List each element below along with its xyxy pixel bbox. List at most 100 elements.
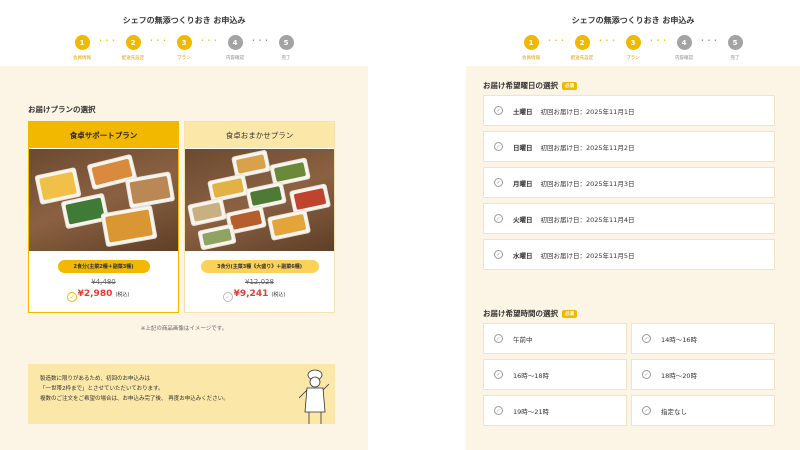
step-dots: • • • [251,38,270,44]
step-dots: • • • [598,38,617,44]
header: シェフの無添つくりおき お申込み 1 会員情報 • • • 2 配送先設定 • • … [466,0,800,66]
step-indicator: 1 会員情報 • • • 2 配送先設定 • • • 3 プラン • • • 4 内容確… [0,35,368,61]
step-label: 内容確認 [226,56,244,61]
step-number: 4 [227,35,243,50]
first-delivery-date: 初回お届け日：2025年11月2日 [540,143,635,152]
notice-line: 複数のご注文をご希望の場合は、お申込み完了後、 再度お申込みください。 [40,396,229,402]
date-option[interactable]: ✓ 日曜日 初回お届け日：2025年11月2日 [483,131,775,162]
time-label: 18時〜20時 [661,371,698,380]
step-1: 1 会員情報 [70,35,94,61]
time-label: 指定なし [661,407,687,416]
weekday: 日曜日 [513,143,533,152]
old-price: ¥12,028 [245,278,274,286]
first-delivery-date: 初回お届け日：2025年11月3日 [540,179,635,188]
check-icon: ✓ [494,334,503,343]
plan-food-photo [185,149,334,251]
check-icon: ✓ [67,292,77,302]
required-badge: 必須 [562,309,577,318]
step-label: 完了 [281,56,291,61]
plan-content: お届けプランの選択 食卓サポートプラン 2食分(主菜2種＋副菜3種) ✓ ¥4,… [0,66,368,450]
step-label: プラン [177,56,191,61]
new-price: ¥9,241 (税込) [185,289,334,299]
time-option[interactable]: ✓ 指定なし [631,395,775,426]
tax-label: (税込) [271,292,286,298]
plan-panel: シェフの無添つくりおき お申込み 1 会員情報 • • • 2 配送先設定 • • … [0,0,368,450]
step-label: 配送先設定 [570,56,594,61]
step-label: 内容確認 [675,56,693,61]
page-title: シェフの無添つくりおき お申込み [122,16,246,25]
date-section-label: お届け希望曜日の選択 [483,81,558,90]
step-5: 5 完了 [274,35,298,61]
date-option[interactable]: ✓ 土曜日 初回お届け日：2025年11月1日 [483,95,775,126]
step-label: 完了 [730,56,740,61]
old-price: ¥4,480 [91,278,116,286]
time-label: 19時〜21時 [513,407,550,416]
date-option[interactable]: ✓ 月曜日 初回お届け日：2025年11月3日 [483,167,775,198]
order-limit-notice: 製造数に限りがあるため、初回のお申込みは 「一世帯2枠まで」とさせていただいてお… [28,364,335,424]
step-number: 3 [176,35,192,50]
check-icon: ✓ [494,178,503,187]
check-icon: ✓ [494,106,503,115]
time-label: 午前中 [513,335,533,344]
first-delivery-date: 初回お届け日：2025年11月4日 [540,215,635,224]
check-icon: ✓ [642,334,651,343]
tax-label: (税込) [115,292,130,298]
plan-portion-badge: 3食分(主菜3種《大盛り》＋副菜6種) [200,260,319,273]
date-option[interactable]: ✓ 水曜日 初回お届け日：2025年11月5日 [483,239,775,270]
check-icon: ✓ [642,406,651,415]
date-option[interactable]: ✓ 火曜日 初回お届け日：2025年11月4日 [483,203,775,234]
weekday: 土曜日 [513,107,533,116]
plan-name: 食卓おまかせプラン [185,122,334,148]
step-4: 4 内容確認 [223,35,247,61]
image-note: ※上記の商品画像はイメージです。 [140,326,228,332]
step-number: 2 [574,35,590,50]
plan-card-omakase[interactable]: 食卓おまかせプラン 3食分(主菜3種《大盛り》＋副菜6種) ✓ ¥12,028 [184,121,335,313]
delivery-content: お届け希望曜日の選択 必須 ✓ 土曜日 初回お届け日：2025年11月1日 ✓ … [466,66,800,450]
new-price-value: ¥2,980 [77,289,113,299]
step-1: 1 会員情報 [519,35,543,61]
time-option[interactable]: ✓ 14時〜16時 [631,323,775,354]
weekday: 水曜日 [513,251,533,260]
check-icon: ✓ [494,250,503,259]
time-option[interactable]: ✓ 18時〜20時 [631,359,775,390]
step-2: 2 配送先設定 [121,35,145,61]
step-label: 会員情報 [73,56,91,61]
time-option[interactable]: ✓ 16時〜18時 [483,359,627,390]
time-label: 16時〜18時 [513,371,550,380]
check-icon: ✓ [494,142,503,151]
step-number: 4 [676,35,692,50]
plan-food-photo [29,149,178,251]
time-option[interactable]: ✓ 19時〜21時 [483,395,627,426]
plan-section-title: お届けプランの選択 [28,105,96,114]
step-dots: • • • [98,38,117,44]
step-2: 2 配送先設定 [570,35,594,61]
check-icon: ✓ [494,406,503,415]
step-3: 3 プラン [172,35,196,61]
check-icon: ✓ [494,214,503,223]
step-number: 1 [74,35,90,50]
step-5: 5 完了 [723,35,747,61]
step-dots: • • • [200,38,219,44]
plan-card-support[interactable]: 食卓サポートプラン 2食分(主菜2種＋副菜3種) ✓ ¥4,480 ¥2,980… [28,121,179,313]
check-icon: ✓ [494,370,503,379]
new-price: ¥2,980 (税込) [29,289,178,299]
check-icon: ✓ [642,370,651,379]
notice-line: 「一世帯2枠まで」とさせていただいております。 [40,386,164,392]
weekday: 月曜日 [513,179,533,188]
plan-name: 食卓サポートプラン [29,122,178,148]
step-label: プラン [626,56,640,61]
required-badge: 必須 [562,81,577,90]
step-number: 3 [625,35,641,50]
step-dots: • • • [700,38,719,44]
step-indicator: 1 会員情報 • • • 2 配送先設定 • • • 3 プラン • • • 4 内容確… [466,35,800,61]
step-dots: • • • [547,38,566,44]
plan-price: ✓ ¥12,028 ¥9,241 (税込) [185,278,334,302]
weekday: 火曜日 [513,215,533,224]
delivery-panel: シェフの無添つくりおき お申込み 1 会員情報 • • • 2 配送先設定 • • … [466,0,800,450]
new-price-value: ¥9,241 [233,289,269,299]
time-option[interactable]: ✓ 午前中 [483,323,627,354]
time-section-title: お届け希望時間の選択 必須 [483,308,577,319]
step-number: 1 [523,35,539,50]
step-4: 4 内容確認 [672,35,696,61]
step-label: 配送先設定 [121,56,145,61]
